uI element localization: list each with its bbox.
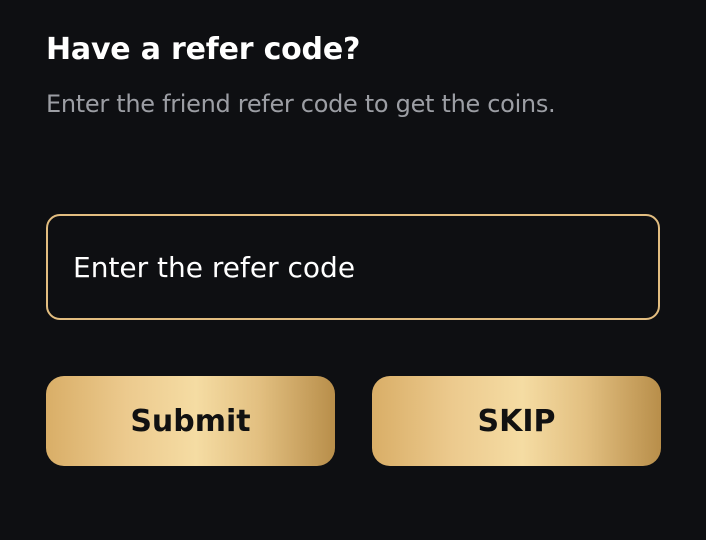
refer-code-input[interactable] [46,214,660,320]
page-title: Have a refer code? [46,32,361,67]
refer-code-screen: Have a refer code? Enter the friend refe… [0,0,706,540]
page-subtitle: Enter the friend refer code to get the c… [46,90,556,118]
skip-button[interactable]: SKIP [372,376,661,466]
submit-button[interactable]: Submit [46,376,335,466]
